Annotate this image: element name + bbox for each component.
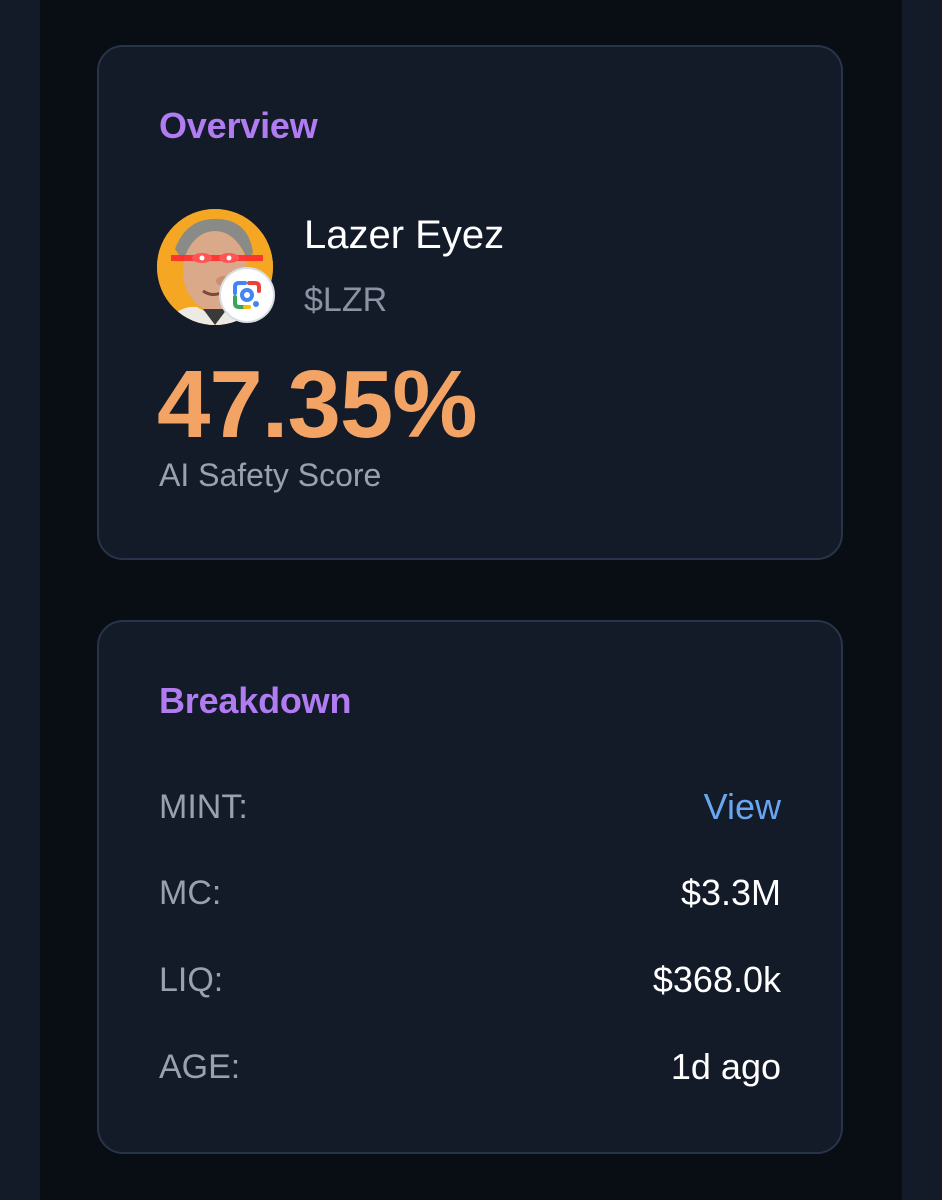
age-value: 1d ago <box>670 1046 781 1087</box>
age-label: AGE: <box>159 1048 241 1086</box>
liq-value: $368.0k <box>652 959 781 1000</box>
page-background: Overview Lazer Eyez $LZR 47.35% AI Safet… <box>0 0 942 1200</box>
liq-label: LIQ: <box>159 961 224 999</box>
safety-score-label: AI Safety Score <box>159 457 382 493</box>
overview-title: Overview <box>159 105 318 146</box>
mc-label: MC: <box>159 874 222 912</box>
token-name: Lazer Eyez <box>304 213 505 257</box>
breakdown-title: Breakdown <box>159 680 352 721</box>
mint-view-link[interactable]: View <box>704 786 781 828</box>
breakdown-card: Breakdown MINT: View MC: $3.3M LIQ: $368… <box>97 620 843 1154</box>
overview-card: Overview Lazer Eyez $LZR 47.35% AI Safet… <box>97 45 843 560</box>
token-symbol: $LZR <box>304 281 388 319</box>
mc-value: $3.3M <box>680 872 781 913</box>
safety-score-value: 47.35% <box>157 351 478 458</box>
mint-label: MINT: <box>159 788 248 826</box>
google-lens-icon[interactable] <box>221 269 273 321</box>
